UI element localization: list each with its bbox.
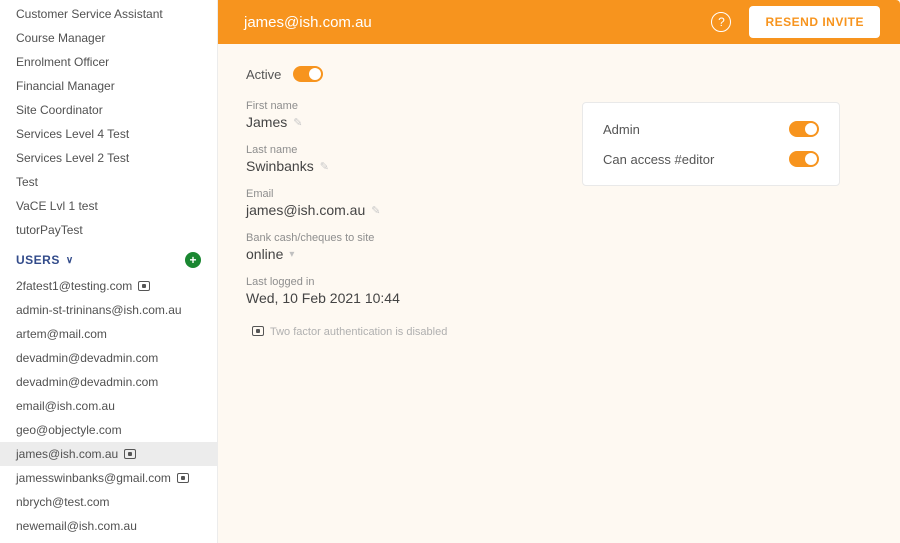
first-name-value: James xyxy=(246,114,287,130)
sidebar-role-item[interactable]: tutorPayTest xyxy=(0,218,217,242)
sidebar-user-item[interactable]: artem@mail.com xyxy=(0,322,217,346)
pencil-icon: ✎ xyxy=(293,116,302,129)
last-name-value: Swinbanks xyxy=(246,158,314,174)
sidebar-user-item[interactable]: nbrych@test.com xyxy=(0,490,217,514)
sidebar-user-item[interactable]: james@ish.com.au xyxy=(0,442,217,466)
sidebar-user-label: email@ish.com.au xyxy=(16,399,115,413)
sidebar-user-label: james@ish.com.au xyxy=(16,447,118,461)
active-label: Active xyxy=(246,67,281,82)
sidebar-role-item[interactable]: Course Manager xyxy=(0,26,217,50)
users-section-toggle[interactable]: USERS ∨ xyxy=(16,253,74,267)
editor-label: Can access #editor xyxy=(603,152,714,167)
phone-icon xyxy=(177,473,189,483)
email-value: james@ish.com.au xyxy=(246,202,365,218)
user-fields: Active First name James ✎ Last name Swin… xyxy=(246,66,546,338)
sidebar-role-item[interactable]: Services Level 2 Test xyxy=(0,146,217,170)
sidebar-user-item[interactable]: 2fatest1@testing.com xyxy=(0,274,217,298)
add-user-button[interactable]: + xyxy=(185,252,201,268)
resend-invite-button[interactable]: RESEND INVITE xyxy=(749,6,880,38)
phone-icon xyxy=(252,326,264,336)
sidebar-role-item[interactable]: Enrolment Officer xyxy=(0,50,217,74)
header-title: james@ish.com.au xyxy=(244,14,711,31)
admin-toggle[interactable] xyxy=(789,121,819,137)
last-name-field[interactable]: Swinbanks ✎ xyxy=(246,158,546,174)
sidebar-user-label: jamesswinbanks@gmail.com xyxy=(16,471,171,485)
pencil-icon: ✎ xyxy=(320,160,329,173)
sidebar-user-label: artem@mail.com xyxy=(16,327,107,341)
two-factor-text: Two factor authentication is disabled xyxy=(270,326,447,338)
sidebar-user-item[interactable]: test@jim.com xyxy=(0,538,217,543)
sidebar-role-item[interactable]: Financial Manager xyxy=(0,74,217,98)
permissions-card: Admin Can access #editor xyxy=(582,102,840,186)
last-login-label: Last logged in xyxy=(246,276,546,288)
email-label: Email xyxy=(246,188,546,200)
last-login-value: Wed, 10 Feb 2021 10:44 xyxy=(246,290,546,306)
sidebar-user-label: devadmin@devadmin.com xyxy=(16,375,158,389)
sidebar-user-label: nbrych@test.com xyxy=(16,495,110,509)
help-icon[interactable]: ? xyxy=(711,12,731,32)
bank-label: Bank cash/cheques to site xyxy=(246,232,546,244)
sidebar: Customer Service AssistantCourse Manager… xyxy=(0,0,218,543)
detail-header: james@ish.com.au ? RESEND INVITE xyxy=(218,0,900,44)
phone-icon xyxy=(124,449,136,459)
sidebar-user-item[interactable]: devadmin@devadmin.com xyxy=(0,370,217,394)
first-name-field[interactable]: James ✎ xyxy=(246,114,546,130)
sidebar-user-item[interactable]: newemail@ish.com.au xyxy=(0,514,217,538)
sidebar-user-label: newemail@ish.com.au xyxy=(16,519,137,533)
main-panel: james@ish.com.au ? RESEND INVITE Active … xyxy=(218,0,900,543)
users-section-header: USERS ∨ + xyxy=(0,242,217,274)
sidebar-role-item[interactable]: Site Coordinator xyxy=(0,98,217,122)
pencil-icon: ✎ xyxy=(371,204,380,217)
bank-select[interactable]: online ▾ xyxy=(246,246,546,262)
sidebar-user-label: geo@objectyle.com xyxy=(16,423,122,437)
last-name-label: Last name xyxy=(246,144,546,156)
sidebar-user-item[interactable]: email@ish.com.au xyxy=(0,394,217,418)
admin-row: Admin xyxy=(603,121,819,137)
sidebar-user-label: admin-st-trininans@ish.com.au xyxy=(16,303,182,317)
sidebar-role-item[interactable]: Services Level 4 Test xyxy=(0,122,217,146)
sidebar-user-item[interactable]: jamesswinbanks@gmail.com xyxy=(0,466,217,490)
phone-icon xyxy=(138,281,150,291)
sidebar-user-label: devadmin@devadmin.com xyxy=(16,351,158,365)
chevron-down-icon: ∨ xyxy=(66,255,74,266)
editor-row: Can access #editor xyxy=(603,151,819,167)
sidebar-user-item[interactable]: admin-st-trininans@ish.com.au xyxy=(0,298,217,322)
email-field[interactable]: james@ish.com.au ✎ xyxy=(246,202,546,218)
users-section-label: USERS xyxy=(16,253,60,267)
bank-value: online xyxy=(246,246,283,262)
sidebar-user-label: 2fatest1@testing.com xyxy=(16,279,132,293)
two-factor-notice: Two factor authentication is disabled xyxy=(246,326,546,338)
admin-label: Admin xyxy=(603,122,640,137)
sidebar-user-item[interactable]: geo@objectyle.com xyxy=(0,418,217,442)
active-toggle[interactable] xyxy=(293,66,323,82)
editor-toggle[interactable] xyxy=(789,151,819,167)
detail-content: Active First name James ✎ Last name Swin… xyxy=(218,44,900,543)
sidebar-role-item[interactable]: VaCE Lvl 1 test xyxy=(0,194,217,218)
active-row: Active xyxy=(246,66,546,82)
sidebar-role-item[interactable]: Customer Service Assistant xyxy=(0,2,217,26)
chevron-down-icon: ▾ xyxy=(289,249,294,260)
sidebar-user-item[interactable]: devadmin@devadmin.com xyxy=(0,346,217,370)
sidebar-role-item[interactable]: Test xyxy=(0,170,217,194)
first-name-label: First name xyxy=(246,100,546,112)
